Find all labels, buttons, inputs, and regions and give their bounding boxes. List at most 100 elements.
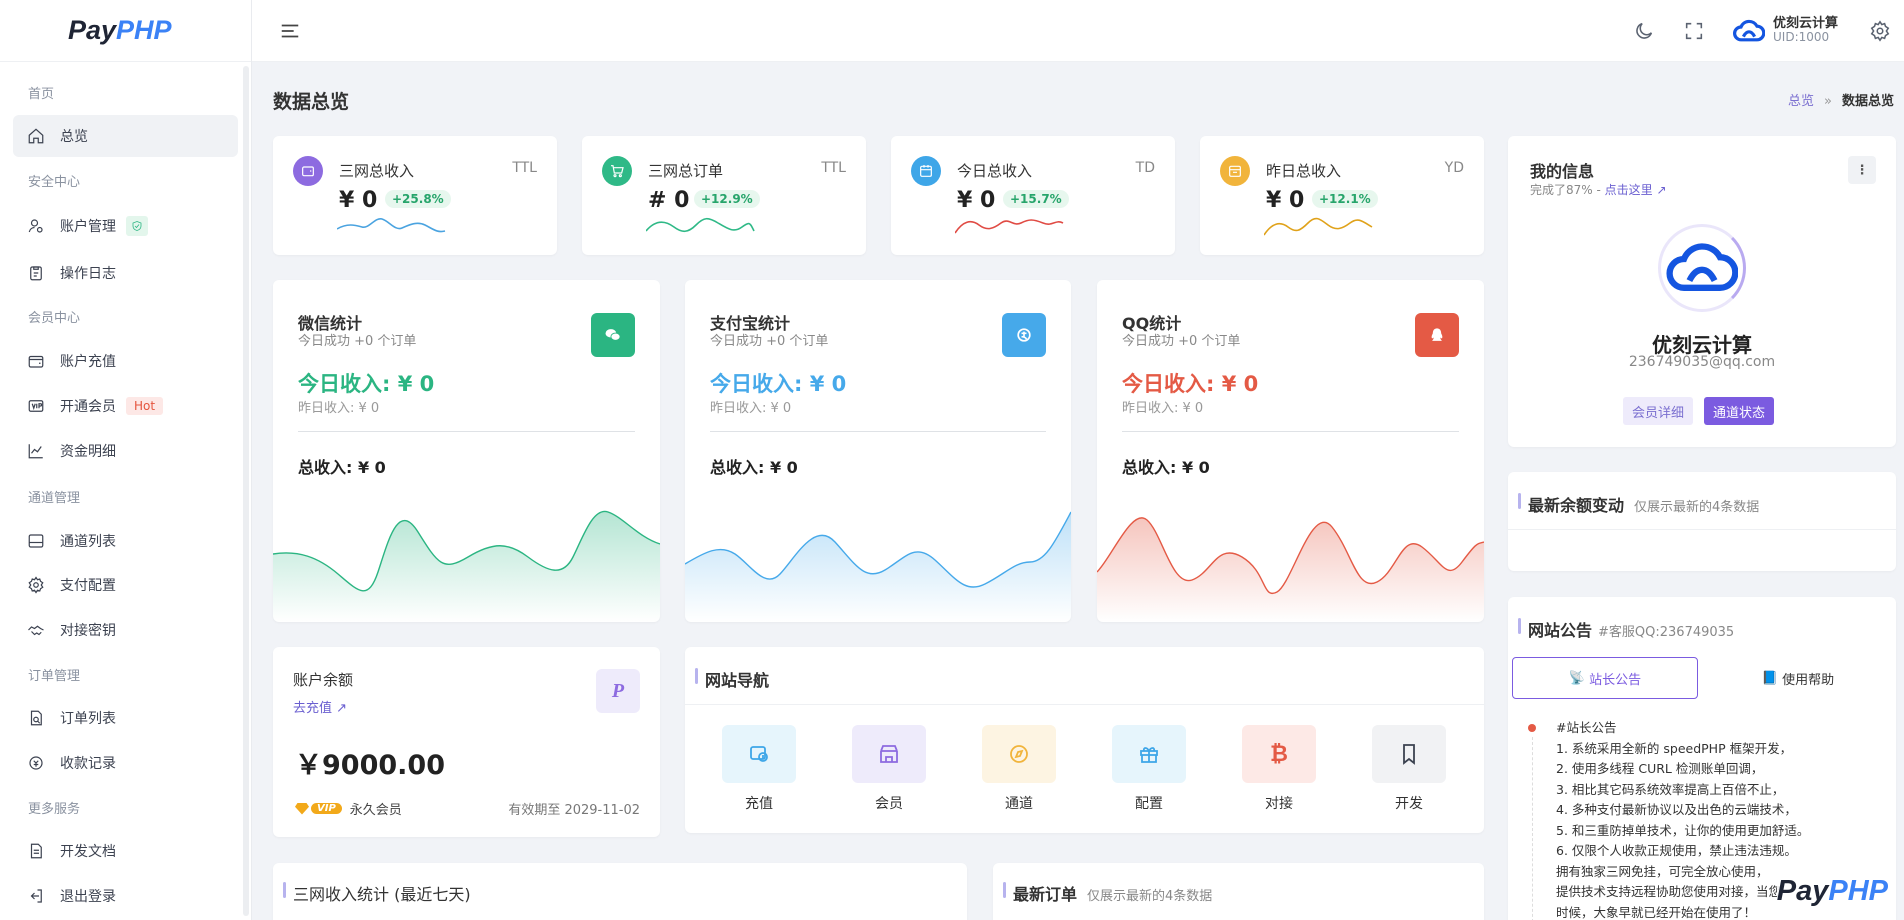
document-icon <box>26 841 46 861</box>
nav-channel[interactable]: 通道 <box>982 725 1056 813</box>
fullscreen-icon[interactable] <box>1683 20 1705 42</box>
sidebar-item-pay-config[interactable]: 支付配置 <box>13 564 238 606</box>
change-badge: +15.7% <box>1003 190 1069 208</box>
vip-diamond-icon <box>295 802 309 815</box>
stat-card-today-income: 今日总收入 TD ¥ 0 +15.7% <box>891 136 1175 255</box>
wallet-icon <box>26 351 46 371</box>
profile-card: 我的信息 完成了87% - 点击这里 ↗ ⋮ 优刻云计算 236749035@q… <box>1508 136 1896 447</box>
topbar: 优刻云计算 UID:1000 <box>252 0 1904 62</box>
breadcrumb-link[interactable]: 总览 <box>1788 94 1814 109</box>
nav-integration[interactable]: ₿ 对接 <box>1242 725 1316 813</box>
section-channel: 通道管理 <box>28 491 81 506</box>
recharge-link[interactable]: 去充值 ↗ <box>293 697 347 716</box>
profile-email: 236749035@qq.com <box>1628 354 1776 370</box>
sidebar-item-channel-list[interactable]: 通道列表 <box>13 520 238 562</box>
latest-orders-card: 最新订单 仅展示最新的4条数据 <box>993 863 1484 920</box>
sidebar-item-account[interactable]: 账户管理 <box>13 205 238 247</box>
sidebar-item-operation-log[interactable]: 操作日志 <box>13 252 238 294</box>
timeline-dot <box>1528 724 1536 732</box>
nav-config[interactable]: 配置 <box>1112 725 1186 813</box>
wechat-area-chart <box>273 510 660 622</box>
sidebar-item-docs[interactable]: 开发文档 <box>13 830 238 872</box>
more-vertical-icon[interactable]: ⋮ <box>1848 156 1876 184</box>
home-icon <box>26 126 46 146</box>
line-chart-icon <box>26 441 46 461</box>
section-home: 首页 <box>28 87 55 102</box>
profile-avatar <box>1666 240 1739 296</box>
tab-usage-help[interactable]: 📘 使用帮助 <box>1708 657 1888 699</box>
change-badge: +25.8% <box>385 190 451 208</box>
clipboard-icon <box>26 263 46 283</box>
sidebar-item-api-key[interactable]: 对接密钥 <box>13 609 238 651</box>
stat-card-total-orders: 三网总订单 TTL # 0 +12.9% <box>582 136 866 255</box>
section-order: 订单管理 <box>28 669 81 684</box>
section-member: 会员中心 <box>28 311 81 326</box>
cart-icon <box>602 156 632 186</box>
nav-develop[interactable]: 开发 <box>1372 725 1446 813</box>
change-badge: +12.9% <box>694 190 760 208</box>
moon-icon[interactable] <box>1633 20 1655 42</box>
wechat-stats-card: 微信统计 今日成功 +0 个订单 今日收入: ¥ 0 昨日收入: ¥ 0 总收入… <box>273 280 660 622</box>
member-detail-button[interactable]: 会员详细 <box>1623 397 1694 425</box>
sidebar: Pay PHP 首页 总览 安全中心 账户管理 操作日志 会员中心 账户充值 开通… <box>0 0 252 920</box>
sidebar-item-receipts[interactable]: 收款记录 <box>13 742 238 784</box>
sidebar-item-logout[interactable]: 退出登录 <box>13 875 238 917</box>
breadcrumb-current: 数据总览 <box>1841 94 1894 109</box>
channel-status-button[interactable]: 通道状态 <box>1704 397 1775 425</box>
calendar-icon <box>1220 156 1250 186</box>
calendar-icon <box>911 156 941 186</box>
vip-badge: VIP <box>311 803 342 814</box>
logout-icon <box>26 886 46 906</box>
external-link-icon: ↗ <box>336 701 348 716</box>
wechat-icon <box>591 313 635 357</box>
qq-area-chart <box>1097 517 1484 622</box>
alipay-stats-card: 支付宝统计 今日成功 +0 个订单 今日收入: ¥ 0 昨日收入: ¥ 0 总收… <box>685 280 1071 622</box>
wallet-icon <box>293 156 323 186</box>
balance-amount: ￥9000.00 <box>295 750 445 781</box>
sparkline <box>646 217 755 233</box>
sidebar-item-overview[interactable]: 总览 <box>13 115 238 157</box>
site-nav-card: 网站导航 充值 会员 通道 配置 ₿ 对接 开发 <box>685 647 1484 833</box>
balance-card: 账户余额 去充值 ↗ P ￥9000.00 VIP 永久会员 有效期至 2029… <box>273 647 660 837</box>
change-badge: +12.1% <box>1312 190 1378 208</box>
alipay-icon <box>1002 313 1046 357</box>
qq-stats-card: QQ统计 今日成功 +0 个订单 今日收入: ¥ 0 昨日收入: ¥ 0 总收入… <box>1097 280 1484 622</box>
settings-gear-icon[interactable] <box>1869 20 1891 42</box>
nav-recharge[interactable]: 充值 <box>722 725 796 813</box>
coin-icon <box>26 753 46 773</box>
user-gear-icon <box>26 216 46 236</box>
page-title: 数据总览 <box>273 91 350 113</box>
balance-changes-card: 最新余额变动 仅展示最新的4条数据 <box>1508 472 1896 571</box>
income-7day-card: 三网收入统计 (最近七天) <box>273 863 967 920</box>
avatar[interactable] <box>1733 18 1766 44</box>
complete-profile-link[interactable]: 点击这里 ↗ <box>1605 183 1667 197</box>
paypp-watermark-logo: PayPHP <box>1776 875 1888 908</box>
section-security: 安全中心 <box>28 175 81 190</box>
sparkline <box>337 218 446 233</box>
bitcoin-icon: ₿ <box>1270 742 1288 767</box>
sidebar-scrollbar[interactable] <box>243 66 249 916</box>
sidebar-item-vip[interactable]: 开通会员 Hot <box>13 385 238 427</box>
sidebar-item-funds[interactable]: 资金明细 <box>13 430 238 472</box>
sidebar-item-recharge[interactable]: 账户充值 <box>13 340 238 382</box>
paypal-icon: P <box>596 669 640 713</box>
user-uid: UID:1000 <box>1773 30 1830 44</box>
notice-card: 网站公告 #客服QQ:236749035 📡 站长公告 📘 使用帮助 #站长公告 1.… <box>1508 597 1896 920</box>
file-search-icon <box>26 708 46 728</box>
broadcast-icon: 📡 <box>1568 670 1586 686</box>
nav-member[interactable]: 会员 <box>852 725 926 813</box>
tab-owner-notice[interactable]: 📡 站长公告 <box>1512 657 1698 699</box>
handshake-icon <box>26 620 46 640</box>
stat-card-total-income: 三网总收入 TTL ¥ 0 +25.8% <box>273 136 557 255</box>
logo[interactable]: Pay PHP <box>0 0 251 62</box>
sparkline <box>1264 217 1373 236</box>
notice-content: #站长公告 1. 系统采用全新的 speedPHP 框架开发， 2. 使用多线程 … <box>1556 720 1810 920</box>
section-more: 更多服务 <box>28 802 81 817</box>
menu-toggle-icon[interactable] <box>279 20 301 40</box>
shield-check-icon <box>126 216 148 236</box>
book-icon: 📘 <box>1761 670 1779 686</box>
user-name[interactable]: 优刻云计算 <box>1773 12 1838 31</box>
hot-badge: Hot <box>126 397 164 415</box>
sidebar-item-order-list[interactable]: 订单列表 <box>13 697 238 739</box>
qq-penguin-icon <box>1415 313 1459 357</box>
